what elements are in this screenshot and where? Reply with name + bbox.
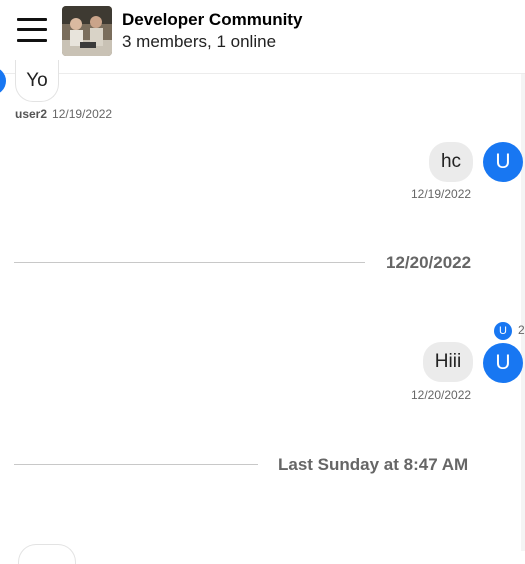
group-photo-icon[interactable] (62, 6, 112, 56)
group-member-status: 3 members, 1 online (122, 32, 277, 51)
user-avatar[interactable]: U (483, 142, 523, 182)
message-meta: user2 12/19/2022 (15, 107, 112, 121)
message-date: 12/19/2022 (52, 107, 113, 121)
message-bubble[interactable] (18, 544, 76, 564)
group-title: Developer Community (122, 10, 303, 29)
message-bubble[interactable]: Yo (15, 60, 59, 102)
date-divider-label: Last Sunday at 8:47 AM (278, 455, 469, 474)
message-bubble[interactable]: Hiii (423, 342, 473, 382)
user-avatar[interactable]: U (483, 343, 523, 383)
read-receipt-count: 2 (518, 323, 525, 337)
scrollbar[interactable] (521, 74, 525, 551)
chat-header: Developer Community 3 members, 1 online (0, 0, 525, 74)
menu-icon[interactable] (17, 16, 47, 44)
date-divider-line (14, 464, 258, 465)
message-text: Yo (26, 69, 48, 91)
message-bubble[interactable]: hc (429, 142, 473, 182)
message-text: hc (440, 151, 462, 172)
message-date: 12/19/2022 (411, 187, 472, 201)
date-divider-label: 12/20/2022 (386, 253, 472, 272)
read-receipt-avatar: U (494, 322, 512, 340)
message-date: 12/20/2022 (411, 388, 472, 402)
message-text: Hiii (434, 351, 462, 372)
message-author: user2 (15, 107, 48, 121)
date-divider-line (14, 262, 365, 263)
